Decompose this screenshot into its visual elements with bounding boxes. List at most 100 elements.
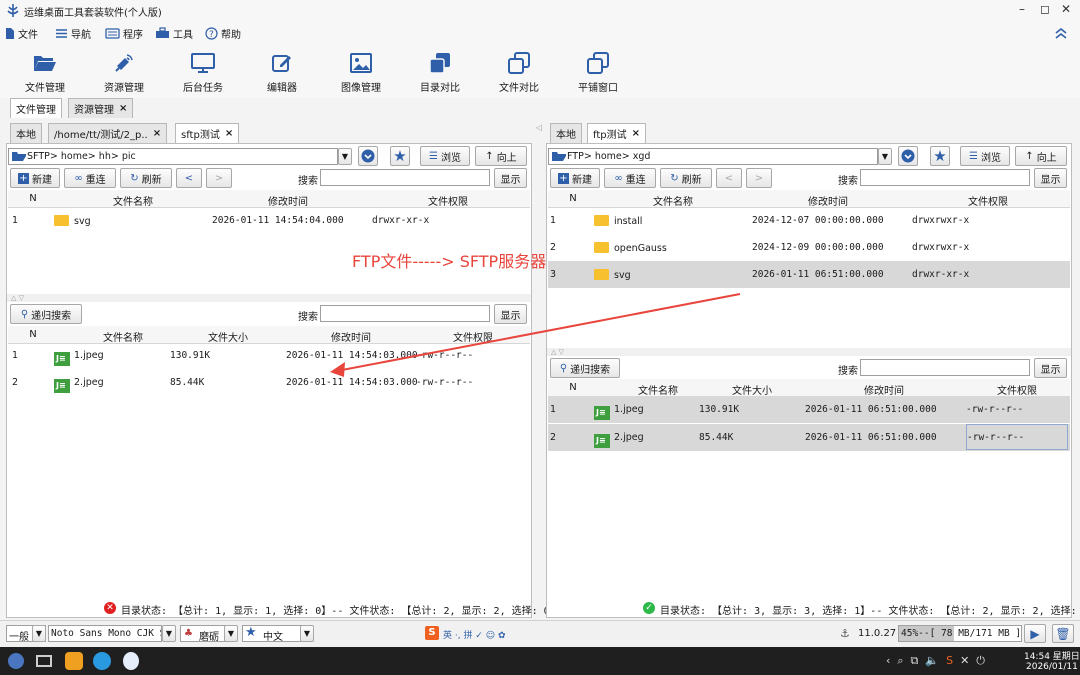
- reconnect-button[interactable]: ∞ 重连: [64, 168, 116, 188]
- path-root[interactable]: FTP: [567, 151, 584, 162]
- close-button[interactable]: ✕: [1061, 2, 1071, 16]
- font-dropdown[interactable]: ▼: [162, 625, 176, 642]
- table-row-selected[interactable]: 3 svg 2026-01-11 06:51:00.000 drwxr-xr-x: [548, 261, 1070, 288]
- close-icon[interactable]: ×: [119, 103, 127, 114]
- col-time[interactable]: 修改时间: [208, 193, 368, 208]
- col-perm[interactable]: 文件权限: [368, 193, 528, 208]
- minimize-button[interactable]: –: [1019, 2, 1025, 16]
- back-button[interactable]: <: [176, 168, 202, 188]
- path-root[interactable]: SFTP: [27, 151, 50, 162]
- maximize-button[interactable]: ◻: [1040, 2, 1050, 16]
- tab-resource-manager[interactable]: 资源管理 ×: [68, 98, 134, 118]
- up-button[interactable]: ↑ 向上: [475, 146, 527, 166]
- col-name[interactable]: 文件名称: [58, 193, 208, 208]
- pane-splitter[interactable]: △ ▽: [547, 348, 1071, 356]
- recursive-search-button[interactable]: ⚲ 递归搜索: [10, 304, 82, 324]
- dir-search-input[interactable]: [860, 169, 1030, 186]
- new-button[interactable]: + 新建: [550, 168, 600, 188]
- refresh-button[interactable]: ↻ 刷新: [120, 168, 172, 188]
- menu-file[interactable]: 文件: [5, 25, 38, 41]
- tab-sftp-test[interactable]: sftp测试 ×: [175, 123, 240, 143]
- col-n[interactable]: N: [8, 329, 58, 340]
- new-button[interactable]: + 新建: [10, 168, 60, 188]
- tab-local-left[interactable]: 本地: [10, 123, 42, 143]
- close-icon[interactable]: ×: [153, 128, 161, 139]
- path-dropdown-button[interactable]: ▼: [338, 148, 352, 165]
- menu-program[interactable]: 程序: [105, 25, 143, 41]
- table-row[interactable]: 1 svg 2026-01-11 14:54:04.000 drwxr-xr-x: [8, 207, 530, 234]
- table-row-selected[interactable]: 1 J≡ 1.jpeg 130.91K 2026-01-11 06:51:00.0…: [548, 396, 1070, 423]
- file-search-input[interactable]: [320, 305, 490, 322]
- ribbon-file-manager[interactable]: 文件管理: [10, 51, 80, 94]
- close-icon[interactable]: ×: [632, 128, 640, 139]
- reconnect-button[interactable]: ∞ 重连: [604, 168, 656, 188]
- show-button[interactable]: 显示: [1034, 358, 1067, 378]
- browse-button[interactable]: ☰ 浏览: [420, 146, 470, 166]
- col-perm[interactable]: 文件权限: [964, 382, 1070, 397]
- path-segment[interactable]: home: [61, 151, 88, 162]
- mode-dropdown[interactable]: ▼: [32, 625, 46, 642]
- browser-app-icon[interactable]: [93, 652, 111, 670]
- ribbon-image-manager[interactable]: 图像管理: [326, 51, 396, 94]
- show-button[interactable]: 显示: [494, 168, 527, 188]
- col-n[interactable]: N: [8, 193, 58, 204]
- font-select[interactable]: Noto Sans Mono CJK SC: [48, 625, 162, 642]
- ops-tool-app-icon[interactable]: [123, 652, 139, 670]
- ribbon-editor[interactable]: 编辑器: [247, 51, 317, 94]
- menu-tools[interactable]: 工具: [155, 25, 193, 41]
- dir-search-input[interactable]: [320, 169, 490, 186]
- ribbon-background-tasks[interactable]: 后台任务: [168, 51, 238, 94]
- table-row[interactable]: 2 J≡ 2.jpeg 85.44K 2026-01-11 14:54:03.00…: [8, 369, 530, 396]
- file-manager-app-icon[interactable]: [65, 652, 83, 670]
- tab-local-path[interactable]: /home/tt/测试/2_p.. ×: [48, 123, 168, 143]
- col-n[interactable]: N: [548, 193, 598, 204]
- path-dropdown-button[interactable]: ▼: [878, 148, 892, 165]
- path-segment[interactable]: pic: [122, 151, 136, 162]
- col-time[interactable]: 修改时间: [748, 193, 908, 208]
- refresh-button[interactable]: ↻ 刷新: [660, 168, 712, 188]
- bookmark-button[interactable]: ★: [390, 146, 410, 166]
- show-button[interactable]: 显示: [494, 304, 527, 324]
- show-button[interactable]: 显示: [1034, 168, 1067, 188]
- ribbon-dir-compare[interactable]: 目录对比: [405, 51, 475, 94]
- path-segment[interactable]: xgd: [633, 151, 651, 162]
- col-name[interactable]: 文件名称: [598, 193, 748, 208]
- ime-toolbar[interactable]: 英 ·, 拼 ✓ ☺ ✿: [443, 628, 506, 641]
- tray-icons[interactable]: ‹ ⌕ ⧉ 🔈 S ✕ ⏻: [886, 654, 985, 668]
- table-row[interactable]: 1 J≡ 1.jpeg 130.91K 2026-01-11 14:54:03.0…: [8, 342, 530, 369]
- pane-splitter[interactable]: △ ▽: [7, 294, 531, 302]
- table-row[interactable]: 2 openGauss 2024-12-09 00:00:00.000 drwx…: [548, 234, 1070, 261]
- file-search-input[interactable]: [860, 359, 1030, 376]
- menu-nav[interactable]: 导航: [55, 25, 91, 41]
- run-gc-button[interactable]: ▶: [1024, 624, 1046, 643]
- col-size[interactable]: 文件大小: [698, 382, 806, 397]
- tab-file-manager[interactable]: 文件管理: [10, 98, 62, 118]
- ribbon-resource-manager[interactable]: 资源管理: [89, 51, 159, 94]
- col-perm[interactable]: 文件权限: [908, 193, 1068, 208]
- multitask-view-icon[interactable]: [36, 655, 52, 667]
- up-button[interactable]: ↑ 向上: [1015, 146, 1067, 166]
- right-path-bar[interactable]: FTP > home > xgd: [548, 148, 878, 165]
- bookmark-button[interactable]: ★: [930, 146, 950, 166]
- download-button[interactable]: [898, 146, 918, 166]
- browse-button[interactable]: ☰ 浏览: [960, 146, 1010, 166]
- download-button[interactable]: [358, 146, 378, 166]
- path-segment[interactable]: hh: [99, 151, 111, 162]
- table-row-selected[interactable]: 2 J≡ 2.jpeg 85.44K 2026-01-11 06:51:00.00…: [548, 424, 1070, 451]
- back-button[interactable]: <: [716, 168, 742, 188]
- tab-ftp-test[interactable]: ftp测试 ×: [587, 123, 647, 143]
- clear-memory-button[interactable]: 🗑: [1052, 624, 1074, 643]
- ribbon-tile-windows[interactable]: 平铺窗口: [563, 51, 633, 94]
- recursive-search-button[interactable]: ⚲ 递归搜索: [550, 358, 620, 378]
- left-path-bar[interactable]: SFTP > home > hh > pic: [8, 148, 338, 165]
- col-time[interactable]: 修改时间: [804, 382, 964, 397]
- sogou-ime-icon[interactable]: S: [425, 626, 439, 640]
- forward-button[interactable]: >: [746, 168, 772, 188]
- tab-local-right[interactable]: 本地: [550, 123, 582, 143]
- forward-button[interactable]: >: [206, 168, 232, 188]
- table-row[interactable]: 1 install 2024-12-07 00:00:00.000 drwxrw…: [548, 207, 1070, 234]
- vertical-splitter[interactable]: ◁: [536, 123, 542, 618]
- start-menu-icon[interactable]: [8, 653, 24, 669]
- close-icon[interactable]: ×: [225, 128, 233, 139]
- menu-help[interactable]: ? 帮助: [205, 25, 241, 41]
